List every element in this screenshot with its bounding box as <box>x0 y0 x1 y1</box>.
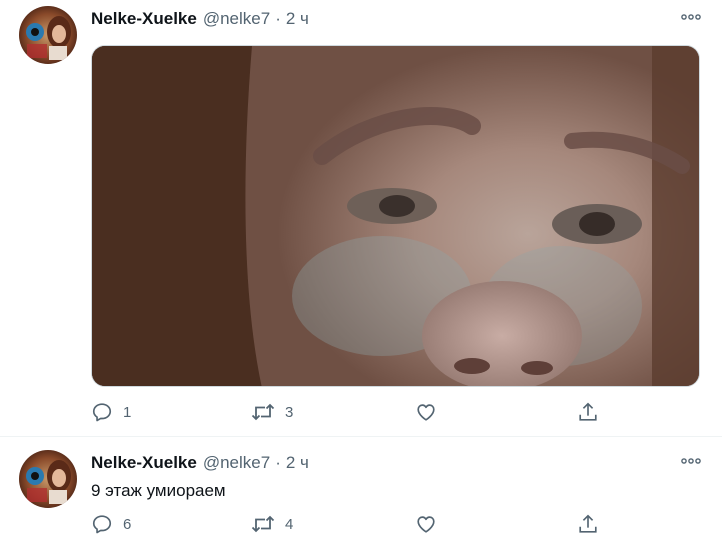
avatar[interactable] <box>19 6 77 64</box>
retweet-icon <box>251 403 275 421</box>
tweet-header: Nelke-Xuelke @nelke7 · 2 ч <box>91 452 309 474</box>
more-options-button[interactable] <box>680 6 702 28</box>
like-button[interactable] <box>415 401 437 423</box>
reply-icon <box>92 403 112 422</box>
share-button[interactable] <box>577 401 599 423</box>
tweet-header: Nelke-Xuelke @nelke7 · 2 ч <box>91 8 309 30</box>
tweet[interactable]: Nelke-Xuelke @nelke7 · 2 ч 1 3 <box>0 0 722 437</box>
more-options-button[interactable] <box>680 450 702 472</box>
share-icon <box>579 402 597 421</box>
reply-button[interactable]: 1 <box>91 401 131 423</box>
display-name[interactable]: Nelke-Xuelke <box>91 9 197 29</box>
display-name[interactable]: Nelke-Xuelke <box>91 453 197 473</box>
tweet[interactable]: Nelke-Xuelke @nelke7 · 2 ч 9 этаж умиора… <box>0 437 722 547</box>
photo-image <box>92 46 699 386</box>
reply-count: 6 <box>123 515 132 533</box>
like-button[interactable] <box>415 513 437 535</box>
share-button[interactable] <box>577 513 599 535</box>
retweet-icon <box>251 515 275 533</box>
more-dots-icon <box>681 458 701 464</box>
reply-button[interactable]: 6 <box>91 513 131 535</box>
timestamp[interactable]: 2 ч <box>286 9 309 29</box>
user-handle[interactable]: @nelke7 <box>203 453 270 473</box>
reply-count: 1 <box>123 403 132 421</box>
retweet-button[interactable]: 4 <box>251 513 293 535</box>
heart-icon <box>417 516 435 533</box>
retweet-count: 4 <box>285 515 294 533</box>
retweet-button[interactable]: 3 <box>251 401 293 423</box>
avatar-image <box>19 6 77 64</box>
reply-icon <box>92 515 112 534</box>
user-handle[interactable]: @nelke7 <box>203 9 270 29</box>
more-dots-icon <box>681 14 701 20</box>
separator-dot: · <box>275 9 281 28</box>
separator-dot: · <box>275 453 281 472</box>
tweet-text: 9 этаж умиораем <box>91 481 226 500</box>
share-icon <box>579 514 597 533</box>
tweet-photo[interactable] <box>91 45 700 387</box>
tweet-actions: 1 3 <box>91 401 611 423</box>
retweet-count: 3 <box>285 403 294 421</box>
tweet-actions: 6 4 <box>91 513 611 535</box>
timestamp[interactable]: 2 ч <box>286 453 309 473</box>
avatar-image <box>19 450 77 508</box>
avatar[interactable] <box>19 450 77 508</box>
heart-icon <box>417 404 435 421</box>
